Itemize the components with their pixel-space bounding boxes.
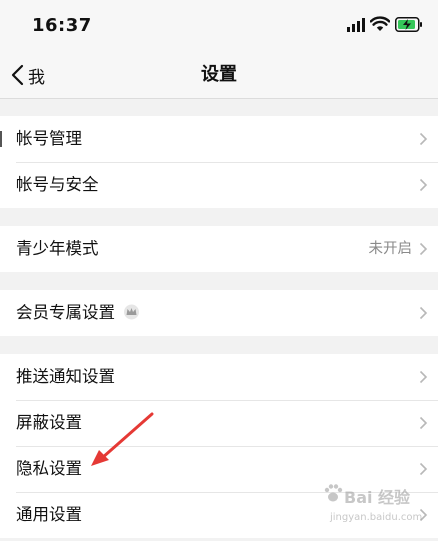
settings-row-block-settings[interactable]: 屏蔽设置 (0, 400, 438, 446)
row-label: 帐号管理 (16, 129, 82, 148)
chevron-right-icon (419, 242, 428, 256)
chevron-right-icon (419, 416, 428, 430)
chevron-right-icon (419, 306, 428, 320)
back-button[interactable]: 我 (10, 60, 45, 90)
row-label: 通用设置 (16, 505, 82, 524)
settings-row-privacy-settings[interactable]: 隐私设置 (0, 446, 438, 492)
settings-group-youth: 青少年模式 未开启 (0, 226, 438, 272)
settings-group-account: 帐号管理 帐号与安全 (0, 116, 438, 208)
chevron-right-icon (419, 132, 428, 146)
row-label: 会员专属设置 (16, 290, 140, 336)
status-bar: 16:37 (0, 0, 438, 52)
settings-group-member: 会员专属设置 (0, 290, 438, 336)
crown-icon (124, 304, 139, 319)
row-label: 屏蔽设置 (16, 413, 82, 432)
row-label: 推送通知设置 (16, 367, 115, 386)
settings-group-general: 推送通知设置 屏蔽设置 隐私设置 通用设置 (0, 354, 438, 538)
settings-row-account-security[interactable]: 帐号与安全 (0, 162, 438, 208)
chevron-right-icon (419, 508, 428, 522)
settings-row-youth-mode[interactable]: 青少年模式 未开启 (0, 226, 438, 272)
battery-charging-icon (395, 17, 422, 32)
back-label: 我 (28, 67, 45, 88)
settings-row-push-notifications[interactable]: 推送通知设置 (0, 354, 438, 400)
left-edge-mark (0, 131, 2, 147)
row-value: 未开启 (368, 241, 413, 257)
row-label: 帐号与安全 (16, 175, 99, 194)
page-title: 设置 (201, 64, 237, 85)
wifi-icon (370, 16, 390, 31)
cellular-signal-icon (347, 18, 365, 32)
row-label: 隐私设置 (16, 459, 82, 478)
chevron-left-icon (11, 64, 24, 86)
row-label: 青少年模式 (16, 239, 99, 258)
navigation-bar: 我 设置 (0, 52, 438, 99)
chevron-right-icon (419, 462, 428, 476)
settings-row-general-settings[interactable]: 通用设置 (0, 492, 438, 538)
chevron-right-icon (419, 178, 428, 192)
row-label-text: 会员专属设置 (16, 303, 115, 322)
settings-row-account-management[interactable]: 帐号管理 (0, 116, 438, 162)
status-time: 16:37 (32, 15, 92, 36)
chevron-right-icon (419, 370, 428, 384)
settings-row-member-settings[interactable]: 会员专属设置 (0, 290, 438, 336)
